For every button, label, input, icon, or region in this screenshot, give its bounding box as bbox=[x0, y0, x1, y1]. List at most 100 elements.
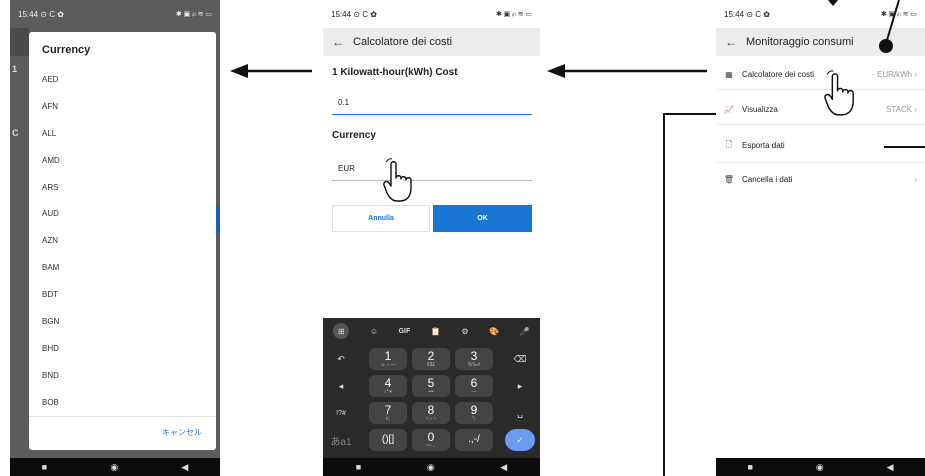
cursor-right-key[interactable]: ▸ bbox=[505, 375, 535, 397]
key-label: 9 bbox=[470, 403, 478, 417]
layout-switch-key[interactable]: あa1 bbox=[326, 429, 356, 451]
back-icon[interactable]: ◀ bbox=[181, 462, 188, 473]
currency-option[interactable]: BAM bbox=[42, 254, 202, 281]
key-sub: %‰# bbox=[467, 362, 481, 368]
key-0[interactable]: 0 〜… bbox=[412, 429, 450, 451]
currency-option[interactable]: BND bbox=[42, 362, 202, 389]
recents-icon[interactable]: ■ bbox=[356, 462, 361, 472]
key-sub: ••• bbox=[428, 389, 434, 395]
key-brackets[interactable]: ()[] bbox=[369, 429, 407, 451]
clipboard-icon[interactable]: 📋 bbox=[431, 327, 441, 336]
backspace-key[interactable]: ⌫ bbox=[505, 348, 535, 370]
pointer-annotation bbox=[879, 0, 900, 53]
emoji-grid-icon[interactable]: ⊞ bbox=[333, 323, 350, 339]
currency-dialog: Currency AED AFN ALL AMD ARS AUD AZN BAM… bbox=[29, 32, 216, 450]
nav-bar: ■ ◉ ◀ bbox=[323, 458, 540, 476]
key-9[interactable]: 9 °₍ bbox=[455, 402, 493, 424]
dialog-divider bbox=[29, 416, 216, 417]
key-sub: ☆♂♀ bbox=[425, 416, 437, 422]
currency-option[interactable]: BOB bbox=[42, 389, 202, 416]
currency-option[interactable]: AED bbox=[42, 66, 202, 93]
key-3[interactable]: 3 %‰# bbox=[455, 348, 493, 370]
currency-field[interactable]: EUR bbox=[338, 164, 355, 173]
currency-option[interactable]: BDT bbox=[42, 281, 202, 308]
home-icon[interactable]: ◉ bbox=[110, 462, 118, 473]
status-bar: 15:44 ⊙ C ✿ ✱ ▣ ᵢₗₗ ≋ ▭ bbox=[323, 0, 540, 28]
menu-item-value: STACK › bbox=[886, 105, 917, 114]
cost-input[interactable]: 0.1 bbox=[338, 98, 349, 107]
settings-icon[interactable]: ⚙ bbox=[461, 327, 468, 336]
ok-button[interactable]: OK bbox=[433, 205, 532, 232]
key-4[interactable]: 4 ○*∗ bbox=[369, 375, 407, 397]
currency-option[interactable]: BHD bbox=[42, 335, 202, 362]
tap-hand-icon bbox=[383, 158, 412, 202]
divider bbox=[716, 124, 925, 125]
recents-icon[interactable]: ■ bbox=[42, 462, 47, 472]
symbols-key[interactable]: !?# bbox=[326, 402, 356, 424]
key-2[interactable]: 2 €$£ bbox=[412, 348, 450, 370]
background-letter: 1 bbox=[12, 64, 18, 74]
back-icon[interactable]: ◀ bbox=[500, 462, 507, 473]
currency-option[interactable]: ARS bbox=[42, 174, 202, 201]
tutorial-canvas: 15:44 ⊙ C ✿ ✱ ▣ ᵢₗₗ ≋ ▭ 1 C Currency AED… bbox=[0, 0, 925, 476]
trash-icon: 🗑 bbox=[723, 175, 735, 184]
palette-icon[interactable]: 🎨 bbox=[489, 327, 499, 336]
currency-option[interactable]: BGN bbox=[42, 308, 202, 335]
microphone-icon[interactable]: 🎤 bbox=[520, 327, 530, 336]
status-left-icons: ⊙ C ✿ bbox=[353, 9, 377, 19]
menu-item-delete-data[interactable]: 🗑 Cancella i dati › bbox=[716, 165, 925, 194]
home-icon[interactable]: ◉ bbox=[427, 462, 435, 473]
recents-icon[interactable]: ■ bbox=[747, 462, 752, 472]
menu-item-label: Calcolatore dei costi bbox=[742, 70, 815, 79]
key-5[interactable]: 5 ••• bbox=[412, 375, 450, 397]
cursor-left-key[interactable]: ◂ bbox=[326, 375, 356, 397]
menu-item-value: - EUR/kWh › bbox=[872, 70, 917, 79]
currency-option[interactable]: ALL bbox=[42, 120, 202, 147]
space-key[interactable]: ␣ bbox=[505, 402, 535, 424]
menu-item-label: Cancella i dati bbox=[742, 175, 793, 184]
background-letter: C bbox=[12, 128, 19, 138]
key-label: 0 bbox=[427, 430, 435, 444]
back-arrow-icon[interactable]: ← bbox=[716, 35, 746, 49]
dialog-title: Currency bbox=[42, 44, 91, 56]
key-label: 8 bbox=[427, 403, 435, 417]
menu-item-value-text: - EUR/kWh bbox=[872, 70, 913, 79]
connector-line bbox=[663, 113, 716, 476]
key-punctuation[interactable]: .,-/ bbox=[455, 429, 493, 451]
key-6[interactable]: 6— bbox=[455, 375, 493, 397]
status-icons: ✱ ▣ ᵢₗₗ ≋ ▭ bbox=[175, 11, 212, 18]
back-arrow-icon[interactable]: ← bbox=[323, 35, 353, 49]
gif-button[interactable]: GIF bbox=[399, 328, 411, 335]
sticker-icon[interactable]: ☺ bbox=[370, 327, 378, 336]
menu-item-visualize[interactable]: 📈 Visualizza STACK › bbox=[716, 95, 925, 124]
pointer-annotation bbox=[828, 0, 838, 6]
key-label: 1 bbox=[384, 349, 392, 363]
chevron-right-icon: › bbox=[914, 105, 917, 114]
menu-item-label: Visualizza bbox=[742, 105, 778, 114]
menu-item-cost-calculator[interactable]: ▦ Calcolatore dei costi - EUR/kWh › bbox=[716, 60, 925, 89]
key-8[interactable]: 8 ☆♂♀ bbox=[412, 402, 450, 424]
currency-option[interactable]: AMD bbox=[42, 147, 202, 174]
connector-line bbox=[884, 146, 925, 148]
currency-option[interactable]: AUD bbox=[42, 200, 202, 227]
currency-label: Currency bbox=[332, 130, 376, 141]
status-time: 15:44 bbox=[331, 9, 352, 19]
calculator-icon: ▦ bbox=[725, 70, 733, 79]
page-title: Monitoraggio consumi bbox=[746, 36, 854, 48]
home-icon[interactable]: ◉ bbox=[816, 462, 824, 473]
menu-item-value-text: STACK bbox=[886, 105, 913, 114]
key-1[interactable]: 1 ☺ ♪ — bbox=[369, 348, 407, 370]
phone-energy-monitoring: 15:44 ⊙ C ✿ ✱ ▣ ᵢₗₗ ≋ ▭ ← Monitoraggio c… bbox=[716, 0, 925, 476]
undo-key[interactable]: ↶ bbox=[326, 348, 356, 370]
cancel-button[interactable]: Annulla bbox=[332, 205, 430, 232]
currency-option[interactable]: AZN bbox=[42, 227, 202, 254]
confirm-key[interactable]: ✓ bbox=[505, 429, 535, 451]
cancel-button[interactable]: キャンセル bbox=[162, 427, 202, 438]
key-label: 7 bbox=[384, 403, 392, 417]
key-7[interactable]: 7 ¹⁄₂ bbox=[369, 402, 407, 424]
numeric-keyboard: ⊞ ☺ GIF 📋 ⚙ 🎨 🎤 ↶ ◂ !?# あa1 1 ☺ ♪ — 2 €$£ … bbox=[323, 318, 540, 458]
status-left-icons: ⊙ C ✿ bbox=[40, 9, 64, 19]
currency-option[interactable]: AFN bbox=[42, 93, 202, 120]
status-time: 15:44 bbox=[724, 9, 745, 19]
back-icon[interactable]: ◀ bbox=[887, 462, 894, 473]
